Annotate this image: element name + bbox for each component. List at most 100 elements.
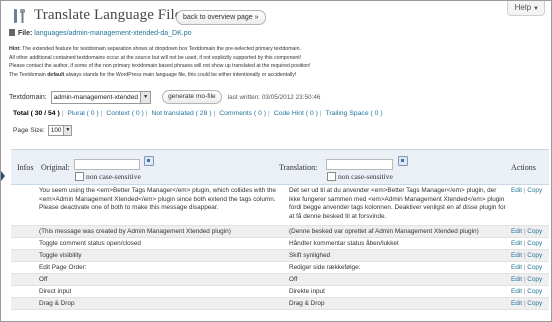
file-link[interactable]: languages/admin-management-xtended-da_DK…	[34, 30, 191, 37]
table-row: (This message was created by Admin Manag…	[11, 226, 549, 238]
chevron-down-icon: ▼	[140, 91, 151, 103]
hint-line-2: All other additional contained textdomai…	[9, 54, 302, 61]
original-case-label: non case-sensitive	[86, 172, 141, 181]
edit-link[interactable]: Edit	[511, 240, 522, 247]
original-text: Off	[39, 276, 48, 283]
row-actions: Edit | Copy	[511, 300, 543, 307]
last-written-text: last written: 03/05/2012 23:50:46	[227, 93, 321, 101]
copy-link[interactable]: Copy	[527, 240, 542, 247]
hint-line-1-text: The extended feature for textdomain sepa…	[22, 46, 301, 52]
app-frame: Help ▼ Translate Language File back to ov…	[0, 0, 552, 322]
table-row: Drag & Drop Drag & Drop Edit | Copy	[11, 298, 549, 310]
col-infos: Infos	[17, 163, 34, 172]
table-row: You seem using the <em>Better Tags Manag…	[11, 185, 549, 226]
chevron-down-icon: ▼	[63, 126, 72, 135]
col-original: Original:	[41, 163, 70, 172]
translation-text: Drag & Drop	[289, 300, 325, 307]
col-translation: Translation:	[279, 163, 318, 172]
copy-link[interactable]: Copy	[527, 187, 542, 194]
hint-line-4: The Textdomain default always stands for…	[9, 71, 311, 80]
translation-text: Håndter kommentar status åben/lukket	[289, 240, 399, 247]
translation-text: Direkte input	[289, 288, 325, 295]
row-actions: Edit | Copy	[511, 252, 543, 259]
search-original-icon[interactable]	[144, 156, 154, 166]
textdomain-row: Textdomain: admin-management-xtended ▼ g…	[9, 90, 320, 104]
edit-link[interactable]: Edit	[511, 276, 522, 283]
table-row: Off Off Edit | Copy	[11, 274, 549, 286]
filter-plural[interactable]: Plural ( 0 )	[67, 110, 98, 117]
table-header: Infos Original: non case-sensitive Trans…	[11, 150, 549, 185]
original-text: Toggle comment status open/closed	[39, 240, 141, 247]
filter-total[interactable]: Total ( 30 / 54 )	[13, 110, 60, 117]
file-icon	[9, 29, 15, 36]
row-actions: Edit | Copy	[511, 187, 543, 194]
copy-link[interactable]: Copy	[527, 264, 542, 271]
edit-link[interactable]: Edit	[511, 252, 522, 259]
translation-search-input[interactable]	[326, 159, 393, 170]
filter-comments[interactable]: Comments ( 0 )	[219, 110, 266, 117]
hint-line-1: Hint: The extended feature for textdomai…	[9, 45, 311, 54]
file-label: File:	[17, 30, 33, 37]
copy-link[interactable]: Copy	[527, 276, 542, 283]
search-translation-icon[interactable]	[398, 156, 408, 166]
original-search-input[interactable]	[74, 159, 140, 170]
row-actions: Edit | Copy	[511, 264, 543, 271]
translation-text: Det ser ud til at du anvender <em>Better…	[289, 187, 506, 220]
edit-link[interactable]: Edit	[511, 300, 522, 307]
translation-text: Skift synlighed	[289, 252, 331, 259]
row-actions: Edit | Copy	[511, 240, 543, 247]
copy-link[interactable]: Copy	[527, 252, 542, 259]
hint-default-word: default	[47, 71, 65, 78]
original-text: (This message was created by Admin Manag…	[39, 228, 231, 235]
edit-link[interactable]: Edit	[511, 187, 522, 194]
filter-links: Total ( 30 / 54 ) | Plural ( 0 ) | Context…	[13, 110, 383, 117]
filter-code-hint[interactable]: Code Hint ( 0 )	[274, 110, 318, 117]
filter-context[interactable]: Context ( 0 )	[106, 110, 143, 117]
filter-not-translated[interactable]: Not translated ( 28 )	[151, 110, 211, 117]
copy-link[interactable]: Copy	[527, 288, 542, 295]
translation-text: Off	[289, 276, 298, 283]
original-text: Drag & Drop	[39, 300, 75, 307]
page-size-label: Page Size:	[13, 127, 45, 134]
hint-line-4-pre: The Textdomain	[9, 71, 46, 78]
help-tab[interactable]: Help ▼	[506, 1, 545, 16]
edit-link[interactable]: Edit	[511, 228, 522, 235]
table-row: Toggle visibility Skift synlighed Edit |…	[11, 250, 549, 262]
hints-block: Hint: The extended feature for textdomai…	[9, 45, 311, 79]
original-text: Toggle visibility	[39, 252, 82, 259]
edit-link[interactable]: Edit	[511, 264, 522, 271]
hint-line-4-post: always stands for the WordPress main lan…	[65, 71, 297, 78]
original-text: You seem using the <em>Better Tags Manag…	[39, 187, 276, 212]
generate-mo-file-button[interactable]: generate mo-file	[162, 90, 222, 104]
filter-trailing-space[interactable]: Trailing Space ( 0 )	[325, 110, 382, 117]
row-actions: Edit | Copy	[511, 288, 543, 295]
copy-link[interactable]: Copy	[527, 300, 542, 307]
edit-link[interactable]: Edit	[511, 288, 522, 295]
chevron-down-icon: ▼	[533, 6, 539, 12]
hint-line-3: Please contact the author, if some of th…	[9, 63, 311, 70]
copy-link[interactable]: Copy	[527, 228, 542, 235]
back-to-overview-button[interactable]: back to overview page »	[176, 10, 266, 25]
table-row: Toggle comment status open/closed Håndte…	[11, 238, 549, 250]
translation-text: (Denne besked var oprettet af Admin Mana…	[289, 228, 479, 235]
col-actions: Actions	[511, 163, 536, 172]
textdomain-label: Textdomain:	[9, 93, 47, 101]
row-actions: Edit | Copy	[511, 228, 543, 235]
hint-label: Hint:	[9, 46, 21, 52]
tools-icon	[14, 9, 25, 23]
translation-case-label: non case-sensitive	[338, 172, 393, 181]
original-text: Direct input	[39, 288, 72, 295]
textdomain-selected-value: admin-management-xtended	[53, 93, 139, 101]
page-size-row: Page Size: 100 ▼	[13, 125, 73, 136]
page-title: Translate Language File	[34, 7, 182, 23]
row-actions: Edit | Copy	[511, 276, 543, 283]
translation-case-checkbox[interactable]	[327, 172, 336, 181]
table-row: Direct input Direkte input Edit | Copy	[11, 286, 549, 298]
page-size-value: 100	[50, 127, 62, 134]
original-case-checkbox[interactable]	[75, 172, 84, 181]
page-size-select[interactable]: 100 ▼	[47, 125, 73, 136]
textdomain-select[interactable]: admin-management-xtended ▼	[50, 90, 152, 104]
file-line: File: languages/admin-management-xtended…	[9, 29, 192, 37]
collapse-arrow-icon[interactable]	[1, 171, 5, 181]
translation-text: Rediger side rækkefølge:	[289, 264, 361, 271]
